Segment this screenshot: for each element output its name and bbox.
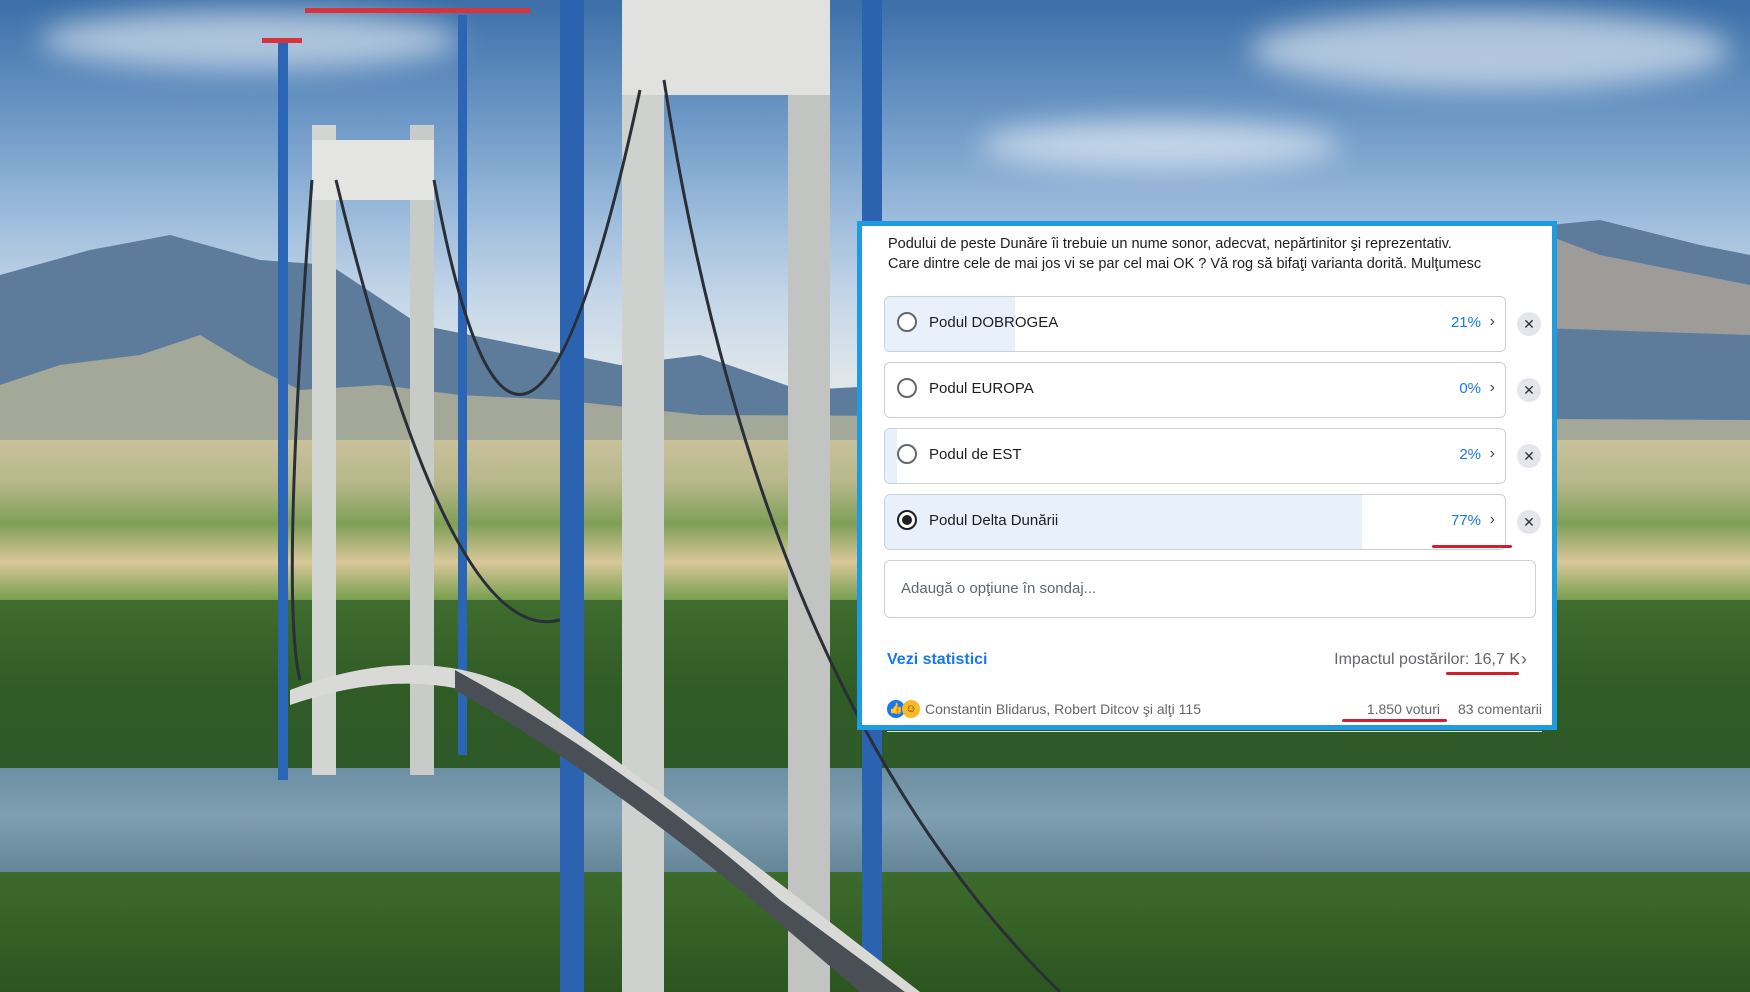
poll-option-delta-dunarii[interactable]: Podul Delta Dunării 77% ›	[884, 494, 1506, 550]
option-percent[interactable]: 77%	[1451, 512, 1481, 529]
question-line-2: Care dintre cele de mai jos vi se par ce…	[888, 256, 1482, 272]
votes-count[interactable]: 1.850 voturi	[1367, 701, 1440, 717]
highlight-underline	[1446, 672, 1519, 675]
chevron-right-icon[interactable]: ›	[1490, 313, 1495, 331]
add-option-input[interactable]	[899, 579, 1503, 598]
remove-option-button[interactable]: ✕	[1517, 444, 1541, 468]
comments-count[interactable]: 83 comentarii	[1458, 701, 1542, 717]
radio-button-selected[interactable]	[897, 510, 917, 530]
radio-button[interactable]	[897, 444, 917, 464]
poll-option-est[interactable]: Podul de EST 2% ›	[884, 428, 1506, 484]
option-label: Podul EUROPA	[929, 380, 1034, 397]
option-label: Podul DOBROGEA	[929, 314, 1059, 331]
remove-option-button[interactable]: ✕	[1517, 510, 1541, 534]
radio-button[interactable]	[897, 378, 917, 398]
remove-option-button[interactable]: ✕	[1517, 312, 1541, 336]
poll-card: Podului de peste Dunăre îi trebuie un nu…	[857, 221, 1557, 732]
option-percent[interactable]: 2%	[1459, 446, 1481, 463]
divider	[887, 731, 1542, 732]
question-line-1: Podului de peste Dunăre îi trebuie un nu…	[888, 236, 1452, 252]
chevron-right-icon[interactable]: ›	[1490, 379, 1495, 397]
haha-reaction-icon: ☺	[902, 700, 920, 718]
poll-question: Podului de peste Dunăre îi trebuie un nu…	[888, 234, 1528, 274]
remove-option-button[interactable]: ✕	[1517, 378, 1541, 402]
post-impact[interactable]: Impactul postărilor: 16,7 K	[1334, 651, 1520, 669]
chevron-right-icon[interactable]: ›	[1490, 511, 1495, 529]
radio-button[interactable]	[897, 312, 917, 332]
option-percent[interactable]: 0%	[1459, 380, 1481, 397]
poll-option-dobrogea[interactable]: Podul DOBROGEA 21% ›	[884, 296, 1506, 352]
highlight-underline	[1342, 719, 1447, 722]
option-percent[interactable]: 21%	[1451, 314, 1481, 331]
add-option-field[interactable]	[884, 560, 1536, 618]
chevron-right-icon[interactable]: ›	[1521, 649, 1527, 670]
chevron-right-icon[interactable]: ›	[1490, 445, 1495, 463]
vote-share-bar	[885, 429, 898, 483]
option-label: Podul de EST	[929, 446, 1022, 463]
reactors-list[interactable]: Constantin Blidarus, Robert Ditcov şi al…	[925, 701, 1201, 717]
impact-value: 16,7 K	[1473, 651, 1520, 668]
option-label: Podul Delta Dunării	[929, 512, 1059, 529]
impact-label: Impactul postărilor:	[1334, 651, 1474, 668]
see-statistics-link[interactable]: Vezi statistici	[887, 651, 988, 669]
highlight-underline	[1432, 545, 1512, 548]
poll-option-europa[interactable]: Podul EUROPA 0% ›	[884, 362, 1506, 418]
